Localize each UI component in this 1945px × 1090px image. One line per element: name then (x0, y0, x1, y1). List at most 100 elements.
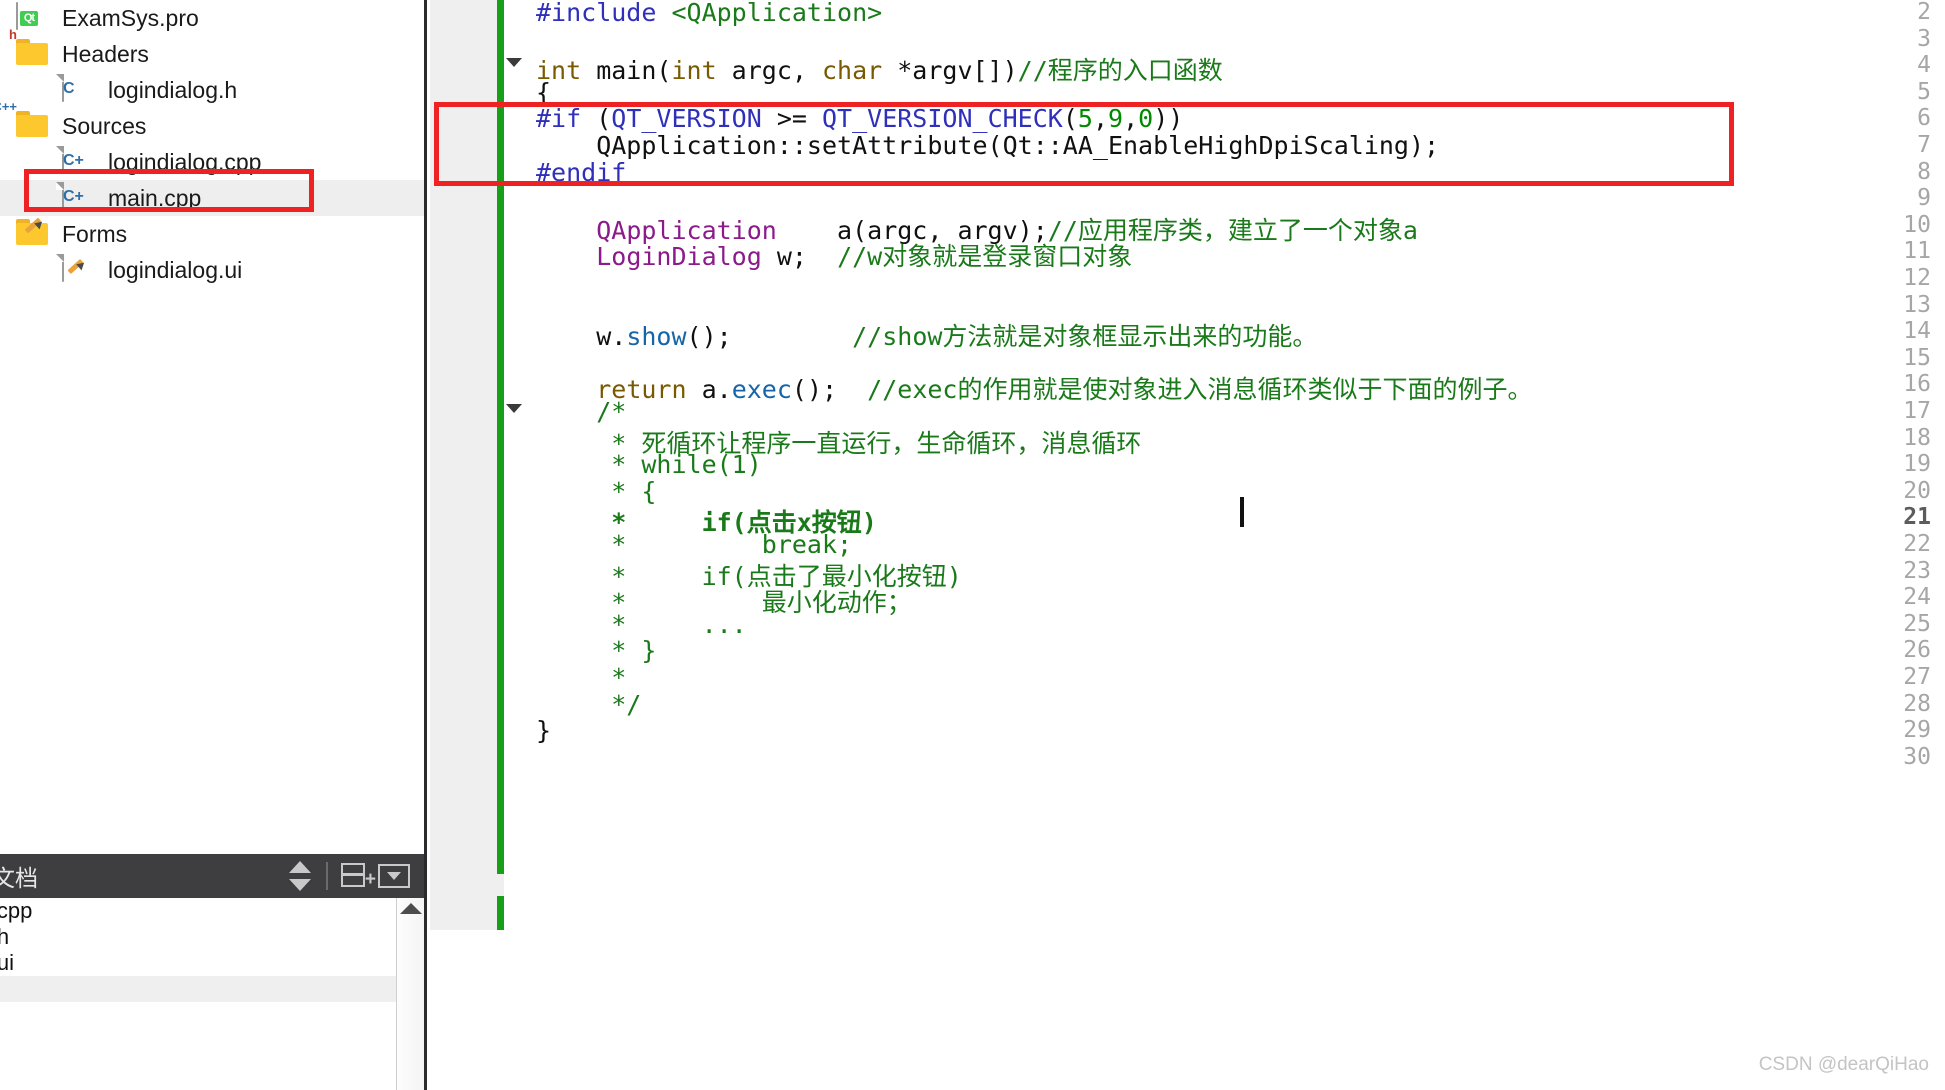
code-line[interactable]: * (536, 663, 626, 692)
code-line[interactable]: * break; (536, 530, 852, 559)
code-line[interactable]: LoginDialog w; //w对象就是登录窗口对象 (536, 237, 1132, 273)
code-token: * ... (536, 609, 747, 639)
code-token: *argv[]) (882, 56, 1018, 86)
code-line[interactable]: * ... (536, 609, 747, 639)
tree-item-logindialog-ui[interactable]: logindialog.ui (0, 252, 424, 288)
document-list-item[interactable]: dialog.h (0, 924, 424, 950)
code-token: LoginDialog (596, 242, 762, 272)
line-number: 25 (1903, 610, 1931, 637)
code-token: (); (686, 322, 853, 352)
line-number: 11 (1903, 238, 1931, 265)
tree-item-label: logindialog.cpp (108, 148, 262, 175)
project-tree-list: QtExamSys.prohHeadersClogindialog.hC++So… (0, 0, 424, 288)
code-token: */ (536, 689, 642, 719)
code-line[interactable]: int main(int argc, char *argv[])//程序的入口函… (536, 51, 1223, 87)
code-line[interactable]: return a.exec(); //exec的作用就是使对象进入消息循环类似于… (536, 370, 1532, 406)
code-token: char (821, 56, 883, 86)
code-token: , (1092, 104, 1109, 134)
tree-item-headers[interactable]: h Headers (0, 28, 424, 72)
code-line[interactable]: /* (536, 397, 626, 426)
split-view-add-icon: + (341, 863, 376, 889)
cpp-source-file-icon: C+ (62, 182, 96, 213)
tree-item-label: ExamSys.pro (62, 4, 199, 31)
cpp-source-file-icon: C+ (62, 146, 96, 177)
tree-item-sources[interactable]: C++ Sources (0, 100, 424, 144)
line-number: 24 (1903, 584, 1931, 611)
close-dropdown-button[interactable] (374, 856, 414, 896)
project-tree-panel[interactable]: QtExamSys.prohHeadersClogindialog.hC++So… (0, 0, 427, 854)
line-number: 28 (1903, 690, 1931, 717)
tree-item-logindialog-cpp[interactable]: C+ logindialog.cpp (0, 144, 424, 180)
code-token: QApplication::setAttribute(Qt::AA_Enable… (536, 131, 1440, 160)
tree-item-examsys-pro[interactable]: Qt ExamSys.pro (0, 0, 424, 36)
code-line[interactable]: */ (536, 690, 641, 719)
code-token: )) (1153, 104, 1184, 134)
document-list-item[interactable]: dialog.cpp (0, 898, 424, 924)
code-line[interactable]: * while(1) (536, 450, 762, 479)
line-number: 13 (1903, 291, 1931, 318)
code-line[interactable]: } (536, 716, 551, 745)
tree-item-label: main.cpp (108, 184, 202, 211)
code-line[interactable]: w.show(); //show方法就是对象框显示出来的功能。 (536, 317, 1317, 353)
code-line[interactable]: #if (QT_VERSION >= QT_VERSION_CHECK(5,9,… (536, 104, 1183, 133)
ui-form-file-icon (62, 254, 96, 285)
code-line[interactable]: #endif (536, 158, 626, 187)
code-editor[interactable]: 2 #include <QApplication> 3 4 int main(int a… (430, 0, 1945, 1090)
line-number: 9 (1917, 185, 1931, 212)
code-token: QT_VERSION (611, 104, 762, 134)
tree-item-forms[interactable]: Forms (0, 216, 424, 252)
code-token: w. (536, 322, 627, 352)
line-number: 10 (1903, 211, 1931, 238)
documents-file-list[interactable]: dialog.cppdialog.hdialog.uicpp (0, 898, 424, 1090)
editor-gutter (430, 0, 497, 930)
line-number: 7 (1917, 132, 1931, 158)
split-add-button[interactable]: + (334, 856, 376, 896)
line-number: 5 (1917, 78, 1931, 105)
fold-collapse-icon[interactable] (506, 54, 526, 74)
sort-updown-button[interactable] (280, 856, 320, 896)
code-line[interactable]: #include <QApplication> (536, 0, 882, 27)
watermark: CSDN @dearQiHao (1758, 1054, 1929, 1075)
code-line[interactable]: QApplication::setAttribute(Qt::AA_Enable… (536, 131, 1439, 160)
line-number: 2 (1917, 0, 1931, 25)
line-number: 4 (1917, 52, 1931, 79)
documents-panel[interactable]: 文档 + dialog.cppdialog.hdialog.uicpp (0, 854, 427, 1090)
code-line[interactable]: { (536, 78, 551, 107)
code-token: >= (761, 104, 822, 134)
code-token: (); (791, 375, 868, 405)
scroll-up-arrow-icon[interactable] (399, 903, 422, 914)
code-line[interactable]: * } (536, 636, 656, 665)
folder-sources-icon: C++ (0, 100, 50, 141)
code-token: * break; (536, 530, 853, 559)
line-number: 14 (1903, 318, 1931, 345)
documents-panel-title: 文档 (0, 865, 38, 891)
fold-collapse-icon[interactable] (506, 400, 526, 420)
c-header-file-icon: C (62, 74, 96, 105)
toolbar-divider (326, 862, 328, 890)
documents-list-scrollbar[interactable] (396, 898, 424, 1090)
line-number: 17 (1903, 398, 1931, 424)
document-list-item[interactable]: dialog.ui (0, 950, 424, 976)
tree-item-label: logindialog.h (108, 76, 238, 103)
line-number: 12 (1903, 265, 1931, 291)
document-list-item[interactable]: cpp (0, 976, 424, 1002)
code-token: exec (731, 375, 792, 405)
line-number: 18 (1903, 424, 1931, 451)
code-token: //show方法就是对象框显示出来的功能。 (852, 322, 1318, 352)
code-token: #if (536, 104, 582, 134)
code-token: 9 (1108, 104, 1124, 134)
code-token: } (536, 716, 552, 746)
code-line[interactable]: * { (536, 477, 656, 506)
code-token: //w对象就是登录窗口对象 (837, 242, 1133, 272)
code-token: * while(1) (536, 450, 762, 480)
line-number: 19 (1903, 451, 1931, 478)
editor-change-bar-gap (497, 874, 504, 896)
tree-item-logindialog-h[interactable]: Clogindialog.h (0, 72, 424, 108)
line-number: 6 (1917, 105, 1931, 132)
line-number: 21 (1903, 504, 1931, 531)
tree-item-main-cpp[interactable]: C+ main.cpp (0, 180, 424, 216)
code-token: 0 (1138, 104, 1154, 134)
code-token: ( (581, 104, 612, 134)
code-token: w; (761, 242, 838, 272)
